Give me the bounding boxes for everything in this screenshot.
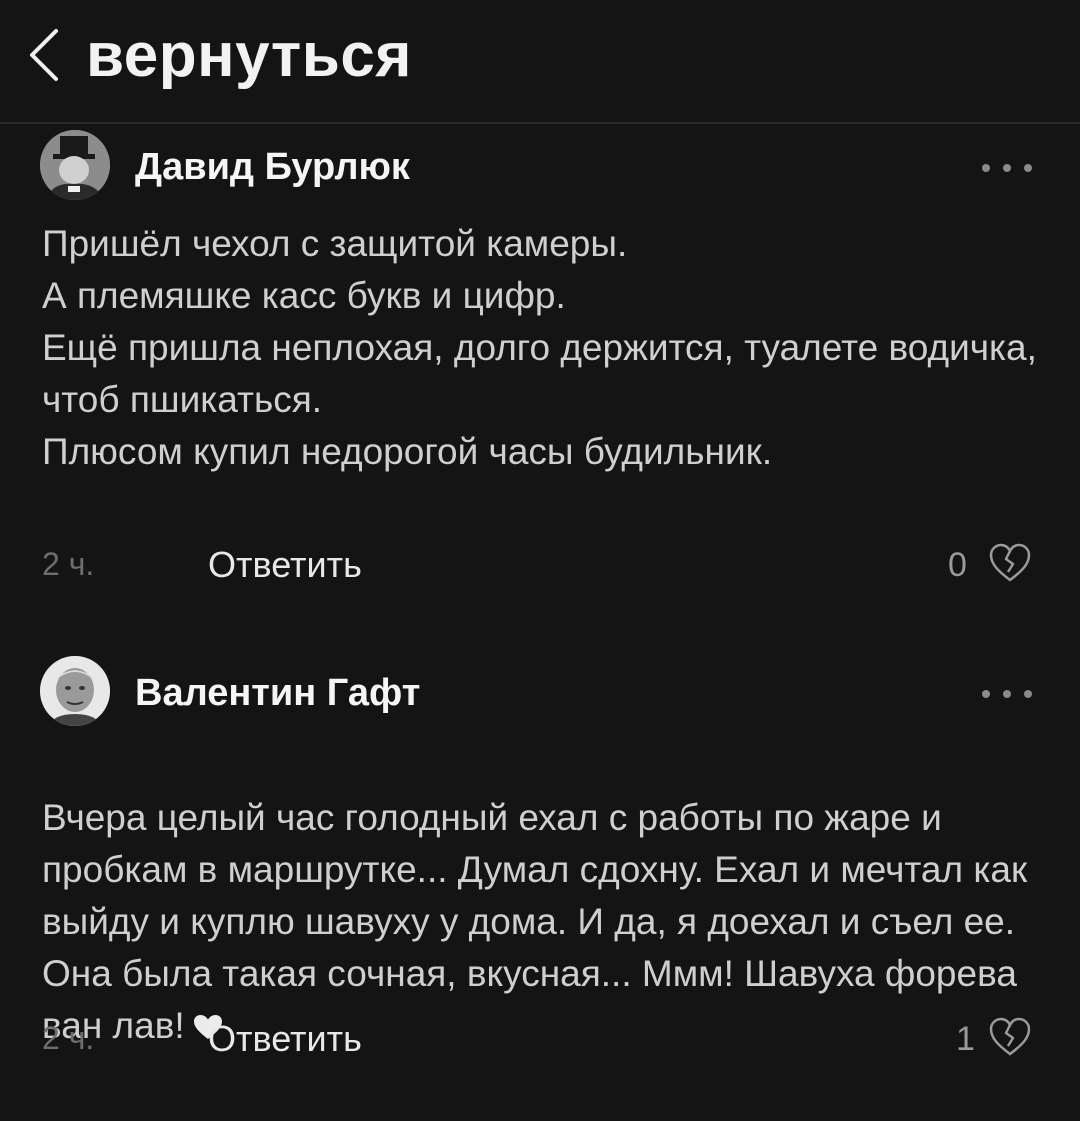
comment-timestamp: 2 ч. xyxy=(42,1020,95,1056)
avatar[interactable] xyxy=(40,656,110,726)
dot-icon xyxy=(1003,164,1011,172)
dot-icon xyxy=(1024,690,1032,698)
reply-button[interactable]: Ответить xyxy=(208,1018,362,1060)
back-label: вернуться xyxy=(86,20,412,90)
like-count: 1 xyxy=(956,1020,975,1058)
avatar-portrait-icon xyxy=(40,656,110,726)
dot-icon xyxy=(1024,164,1032,172)
broken-heart-icon[interactable] xyxy=(988,1017,1032,1057)
broken-heart-icon[interactable] xyxy=(988,543,1032,583)
avatar-top-hat-portrait-icon xyxy=(40,130,110,200)
comment-text: Пришёл чехол с защитой камеры. А племяшк… xyxy=(42,223,1037,472)
reply-button[interactable]: Ответить xyxy=(208,544,362,586)
more-options-button[interactable] xyxy=(982,684,1032,704)
comment-timestamp: 2 ч. xyxy=(42,546,95,582)
dot-icon xyxy=(982,164,990,172)
dot-icon xyxy=(1003,690,1011,698)
comment-text: Вчера целый час голодный ехал с работы п… xyxy=(42,740,1032,1052)
author-name[interactable]: Давид Бурлюк xyxy=(135,146,410,189)
avatar[interactable] xyxy=(40,130,110,200)
dot-icon xyxy=(982,690,990,698)
author-name[interactable]: Валентин Гафт xyxy=(135,672,420,715)
chevron-left-icon xyxy=(30,29,58,81)
top-bar: вернуться xyxy=(0,0,1080,124)
comment-text-content: Вчера целый час голодный ехал с работы п… xyxy=(42,797,1028,1046)
back-button[interactable]: вернуться xyxy=(26,20,412,90)
like-count: 0 xyxy=(948,546,967,584)
more-options-button[interactable] xyxy=(982,158,1032,178)
